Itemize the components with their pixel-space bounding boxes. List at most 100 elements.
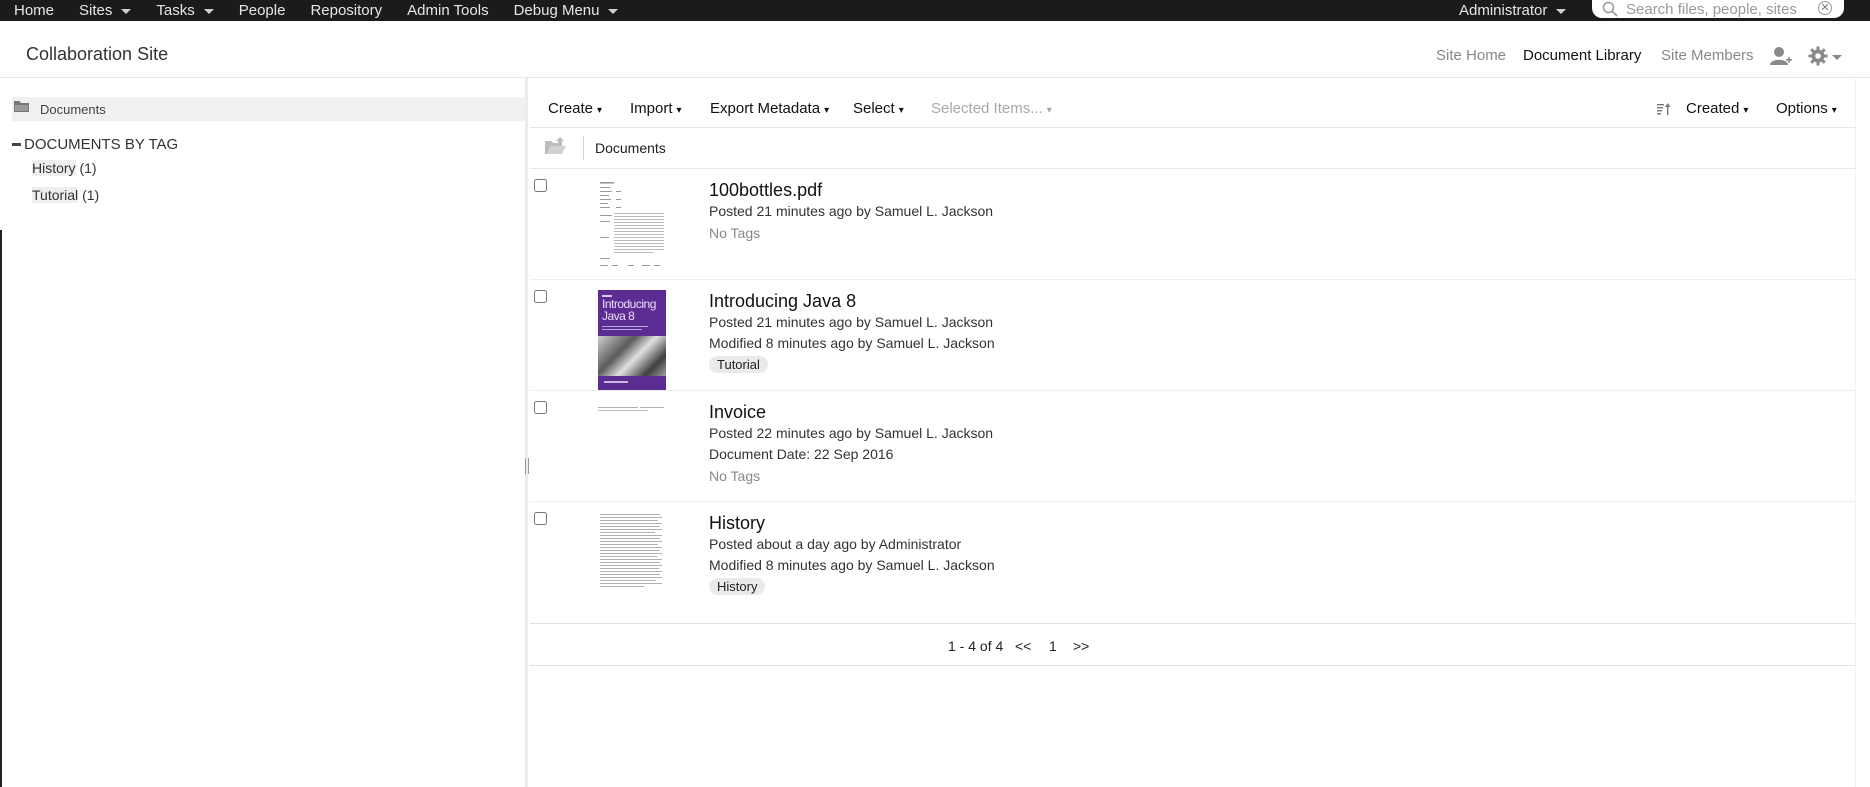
folder-up-icon[interactable] (545, 137, 567, 160)
row-divider (530, 390, 1855, 391)
nav-sites[interactable]: Sites (79, 2, 132, 19)
dropdown-arrow-icon: ▾ (824, 105, 830, 116)
document-meta: Modified 8 minutes ago by Samuel L. Jack… (709, 557, 995, 573)
tag-heading-label: DOCUMENTS BY TAG (24, 136, 179, 153)
select-button[interactable]: Select ▾ (853, 100, 904, 117)
nav-people-label: People (238, 2, 286, 19)
nav-home[interactable]: Home (14, 2, 54, 19)
document-info: 100bottles.pdf Posted 21 minutes ago by … (709, 179, 993, 245)
cover-title-line: Java 8 (602, 309, 635, 323)
document-thumbnail[interactable]: Introducing Java 8 (598, 290, 666, 391)
sidebar-tag-history[interactable]: History (1) (32, 160, 97, 176)
document-row: History Posted about a day ago by Admini… (530, 506, 1855, 617)
document-title-link[interactable]: 100bottles.pdf (709, 179, 993, 201)
folder-icon (14, 100, 30, 118)
row-checkbox[interactable] (534, 290, 547, 303)
site-nav-site-members[interactable]: Site Members (1661, 47, 1754, 64)
tree-item-documents[interactable]: Documents (12, 97, 525, 121)
create-button[interactable]: Create ▾ (548, 100, 602, 117)
document-meta: Document Date: 22 Sep 2016 (709, 446, 894, 462)
nav-home-label: Home (14, 2, 55, 19)
pagination-divider-bottom (530, 665, 1855, 666)
path-separator (583, 136, 584, 160)
search-input[interactable] (1626, 0, 1816, 18)
gear-icon (1808, 46, 1828, 66)
content-right-edge (1855, 78, 1856, 787)
nav-debug-menu[interactable]: Debug Menu (514, 2, 619, 19)
pagination-prev[interactable]: << (1015, 638, 1031, 654)
dropdown-arrow-icon: ▾ (1046, 105, 1052, 116)
document-title-link[interactable]: History (709, 512, 995, 534)
dropdown-arrow-icon: ▾ (676, 105, 682, 116)
row-checkbox[interactable] (534, 179, 547, 192)
breadcrumb[interactable]: Documents (595, 140, 666, 156)
sort-by-button[interactable]: Created ▾ (1686, 100, 1748, 117)
path-divider (530, 168, 1855, 169)
sort-label: Created (1686, 100, 1740, 117)
left-sidebar (0, 78, 525, 787)
documents-by-tag-heading[interactable]: DOCUMENTS BY TAG (12, 136, 178, 153)
document-row: 100bottles.pdf Posted 21 minutes ago by … (530, 173, 1855, 284)
pagination-divider-top (530, 623, 1855, 624)
export-metadata-button[interactable]: Export Metadata ▾ (710, 100, 829, 117)
clear-search-icon[interactable]: ✕ (1818, 1, 1832, 15)
user-name: Administrator (1459, 2, 1548, 19)
book-cover-thumbnail: Introducing Java 8 (598, 290, 666, 391)
document-title-link[interactable]: Invoice (709, 401, 993, 423)
document-meta: Posted 21 minutes ago by Samuel L. Jacks… (709, 203, 994, 219)
pagination-range: 1 - 4 of 4 (948, 638, 1004, 654)
document-thumbnail[interactable] (598, 179, 666, 276)
document-meta: Posted about a day ago by Administrator (709, 536, 962, 552)
dropdown-arrow-icon: ▾ (898, 105, 904, 116)
top-navigation-bar: Home Sites Tasks People Repository Admin… (0, 0, 1870, 21)
nav-sites-label: Sites (79, 2, 113, 19)
sort-direction-icon[interactable] (1657, 102, 1671, 120)
row-checkbox[interactable] (534, 512, 547, 525)
nav-tasks[interactable]: Tasks (156, 2, 214, 19)
tag-count: (1) (79, 160, 97, 176)
pagination-page[interactable]: 1 (1049, 638, 1057, 654)
site-nav-document-library[interactable]: Document Library (1523, 47, 1641, 64)
user-menu[interactable]: Administrator (1459, 0, 1567, 21)
dropdown-arrow-icon: ▾ (597, 105, 603, 116)
invite-user-icon[interactable] (1769, 45, 1793, 72)
document-info: Invoice Posted 22 minutes ago by Samuel … (709, 401, 993, 488)
document-meta: Posted 22 minutes ago by Samuel L. Jacks… (709, 425, 994, 441)
nav-tasks-label: Tasks (156, 2, 195, 19)
row-divider (530, 279, 1855, 280)
document-tag[interactable]: History (709, 578, 766, 595)
resize-grip[interactable] (525, 458, 529, 474)
document-info: History Posted about a day ago by Admini… (709, 512, 995, 596)
nav-people[interactable]: People (239, 2, 286, 19)
dropdown-arrow-icon: ▾ (1831, 105, 1837, 116)
sidebar-tag-tutorial[interactable]: Tutorial (1) (32, 187, 99, 203)
nav-repository-label: Repository (310, 2, 383, 19)
search-box: ✕ (1592, 0, 1844, 18)
nav-repository[interactable]: Repository (310, 2, 382, 19)
tag-count: (1) (82, 187, 100, 203)
export-label: Export Metadata (710, 100, 821, 117)
select-label: Select (853, 100, 895, 117)
document-info: Introducing Java 8 Posted 21 minutes ago… (709, 290, 995, 374)
document-thumbnail[interactable] (598, 512, 666, 597)
collapse-icon (12, 143, 21, 146)
panel-resize-handle[interactable] (525, 78, 528, 787)
options-button[interactable]: Options ▾ (1776, 100, 1837, 117)
path-bar: Documents (530, 128, 1855, 168)
tag-name: History (32, 160, 76, 176)
document-thumbnail[interactable] (598, 401, 666, 419)
dropdown-arrow-icon: ▾ (1743, 105, 1749, 116)
pagination-next[interactable]: >> (1073, 638, 1089, 654)
document-title-link[interactable]: Introducing Java 8 (709, 290, 995, 312)
site-nav-site-home[interactable]: Site Home (1436, 47, 1506, 64)
nav-debug-menu-label: Debug Menu (513, 2, 600, 19)
chevron-down-icon (608, 9, 619, 14)
import-label: Import (630, 100, 673, 117)
search-icon (1602, 1, 1618, 21)
document-tag[interactable]: Tutorial (709, 356, 768, 373)
nav-admin-tools[interactable]: Admin Tools (407, 2, 488, 19)
create-label: Create (548, 100, 594, 117)
site-configuration-menu[interactable] (1808, 46, 1842, 66)
import-button[interactable]: Import ▾ (630, 100, 682, 117)
row-checkbox[interactable] (534, 401, 547, 414)
